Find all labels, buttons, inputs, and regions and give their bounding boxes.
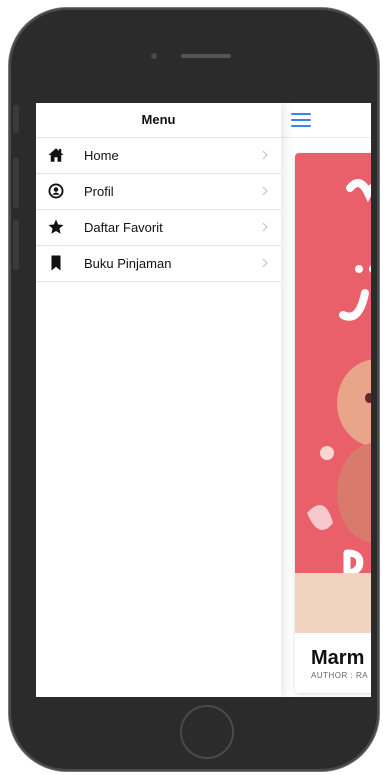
menu-item-label: Daftar Favorit [84, 220, 163, 235]
top-bar [281, 103, 371, 138]
chevron-right-icon [262, 150, 268, 160]
menu-item-label: Buku Pinjaman [84, 256, 172, 271]
menu-item-home[interactable]: Home [36, 138, 281, 174]
book-author: AUTHOR : RA [311, 671, 369, 680]
chevron-right-icon [262, 186, 268, 196]
app-screen: Marm AUTHOR : RA Menu Home Profil Daftar… [36, 103, 371, 697]
volume-up-button [13, 158, 19, 208]
cover-floor [295, 573, 371, 633]
side-drawer: Menu Home Profil Daftar Favorit Buku Pin… [36, 103, 281, 697]
speaker-grille [181, 54, 231, 58]
front-camera [151, 53, 157, 59]
mute-switch [13, 105, 19, 133]
book-card[interactable]: Marm AUTHOR : RA [295, 153, 371, 693]
book-cover-image [295, 153, 371, 633]
hamburger-menu-icon[interactable] [291, 113, 311, 127]
menu-item-profil[interactable]: Profil [36, 174, 281, 210]
book-title: Marm [311, 647, 365, 669]
menu-item-daftar-favorit[interactable]: Daftar Favorit [36, 210, 281, 246]
home-button[interactable] [180, 705, 234, 759]
drawer-title: Menu [36, 103, 281, 138]
menu-item-buku-pinjaman[interactable]: Buku Pinjaman [36, 246, 281, 282]
home-icon [48, 148, 64, 162]
menu-item-label: Profil [84, 184, 114, 199]
phone-frame: Marm AUTHOR : RA Menu Home Profil Daftar… [9, 8, 379, 771]
volume-down-button [13, 220, 19, 270]
bookmark-icon [51, 255, 61, 271]
star-icon [48, 219, 64, 234]
cover-illustration [307, 179, 371, 595]
chevron-right-icon [262, 222, 268, 232]
chevron-right-icon [262, 258, 268, 268]
menu-item-label: Home [84, 148, 119, 163]
profile-icon [48, 183, 64, 199]
